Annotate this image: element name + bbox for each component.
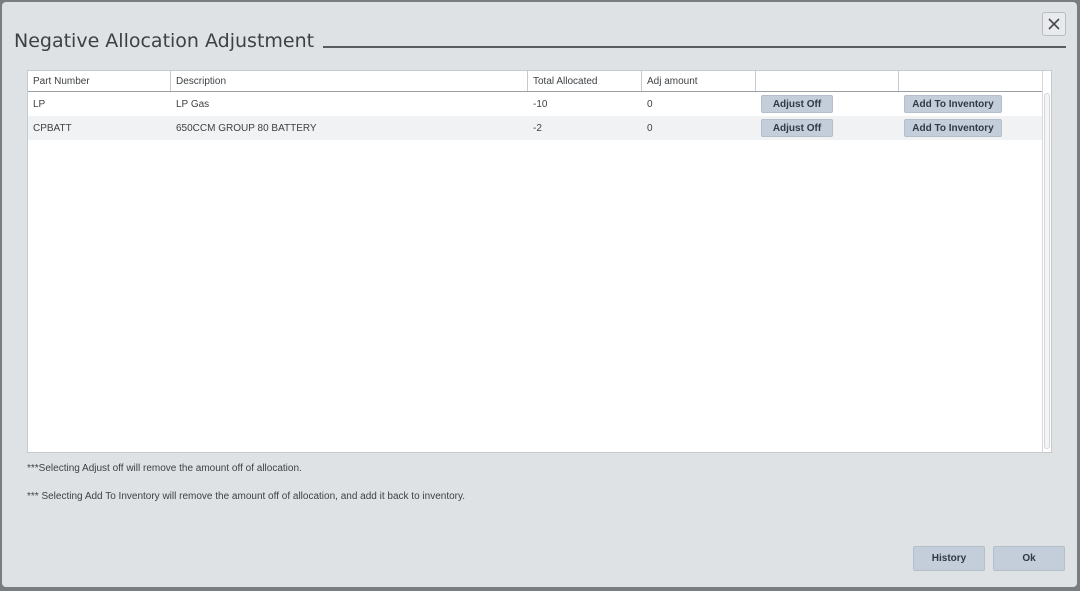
grid-header: Part Number Description Total Allocated …: [28, 71, 1043, 92]
add-to-inventory-button[interactable]: Add To Inventory: [904, 95, 1002, 113]
add-to-inventory-note: *** Selecting Add To Inventory will remo…: [27, 491, 466, 502]
total-allocated-cell: -10: [533, 98, 548, 110]
column-header-inventory-action: [899, 71, 1043, 91]
description-cell: 650CCM GROUP 80 BATTERY: [176, 122, 317, 134]
scrollbar-thumb[interactable]: [1044, 93, 1050, 449]
adjust-off-button[interactable]: Adjust Off: [761, 95, 833, 113]
part-number-cell: CPBATT: [33, 122, 72, 134]
table-row[interactable]: LP LP Gas -10 0 Adjust Off Add To Invent…: [28, 92, 1043, 116]
inventory-cell: Add To Inventory: [899, 95, 1043, 113]
adj-amount-cell[interactable]: 0: [642, 99, 756, 110]
column-header-adj-amount[interactable]: Adj amount: [642, 71, 756, 91]
adjust-cell: Adjust Off: [756, 95, 899, 113]
adjust-cell: Adjust Off: [756, 119, 899, 137]
add-to-inventory-button[interactable]: Add To Inventory: [904, 119, 1002, 137]
close-icon: [1048, 18, 1060, 30]
table-row[interactable]: CPBATT 650CCM GROUP 80 BATTERY -2 0 Adju…: [28, 116, 1043, 140]
description-cell: LP Gas: [176, 98, 210, 110]
ok-button[interactable]: Ok: [993, 546, 1065, 571]
adjust-off-note: ***Selecting Adjust off will remove the …: [27, 463, 302, 474]
adj-amount-cell[interactable]: 0: [642, 123, 756, 134]
column-header-description[interactable]: Description: [171, 71, 528, 91]
title-bar: Negative Allocation Adjustment: [14, 26, 1066, 56]
column-header-adjust-action: [756, 71, 899, 91]
dialog-title: Negative Allocation Adjustment: [14, 30, 315, 52]
vertical-scrollbar[interactable]: [1042, 71, 1051, 452]
grid-rows: LP LP Gas -10 0 Adjust Off Add To Invent…: [28, 92, 1043, 140]
adjust-off-button[interactable]: Adjust Off: [761, 119, 833, 137]
history-button[interactable]: History: [913, 546, 985, 571]
part-number-cell: LP: [33, 98, 46, 110]
column-header-total-allocated[interactable]: Total Allocated: [528, 71, 642, 91]
column-header-part-number[interactable]: Part Number: [28, 71, 171, 91]
total-allocated-cell: -2: [533, 122, 542, 134]
negative-allocation-dialog: Negative Allocation Adjustment Part Numb…: [2, 2, 1077, 587]
inventory-cell: Add To Inventory: [899, 119, 1043, 137]
close-button[interactable]: [1042, 12, 1066, 36]
title-divider: [323, 46, 1066, 48]
allocation-grid: Part Number Description Total Allocated …: [27, 70, 1052, 453]
